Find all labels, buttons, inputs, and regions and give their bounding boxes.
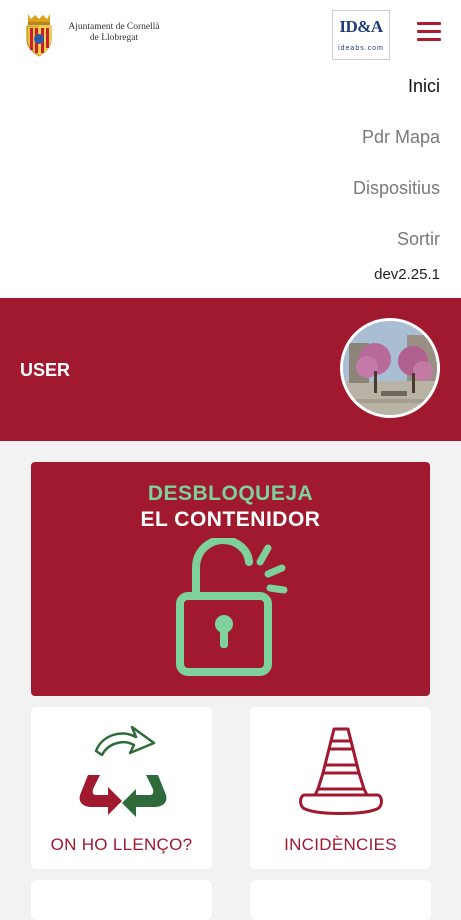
city-crest-icon — [26, 14, 52, 57]
tile-partial-right[interactable] — [250, 880, 431, 920]
user-name: USER — [20, 360, 71, 380]
city-council-logo: Ajuntament de Cornellà de Llobregat — [22, 10, 162, 58]
unlock-title-line1: DESBLOQUEJA — [147, 482, 314, 505]
city-council-name: Ajuntament de Cornellà de Llobregat — [68, 22, 160, 43]
menu-item-dispositius[interactable]: Dispositius — [353, 178, 440, 199]
app-version: dev2.25.1 — [374, 266, 440, 283]
recycle-icon — [79, 725, 166, 817]
tile-partial-left[interactable] — [31, 880, 212, 920]
partner-logo: ID&A ideabs.com — [332, 10, 390, 60]
tile-incidents-label: INCIDÈNCIES — [284, 835, 397, 854]
hamburger-menu-icon[interactable] — [415, 20, 443, 44]
tile-where-to-dispose-label: ON HO LLENÇO? — [50, 835, 193, 854]
menu-item-inici[interactable]: Inici — [408, 76, 440, 97]
tile-incidents[interactable]: INCIDÈNCIES — [250, 707, 431, 869]
menu-item-sortir[interactable]: Sortir — [397, 229, 440, 250]
menu-item-pdr-mapa[interactable]: Pdr Mapa — [362, 127, 440, 148]
partner-logo-main: ID&A — [339, 17, 383, 36]
tile-where-to-dispose[interactable]: ON HO LLENÇO? — [31, 707, 212, 869]
unlock-title-line2: EL CONTENIDOR — [140, 508, 321, 531]
app-header: Ajuntament de Cornellà de Llobregat ID&A… — [0, 0, 461, 70]
traffic-cone-icon — [298, 727, 383, 815]
avatar-photo — [343, 321, 437, 415]
user-avatar[interactable] — [340, 318, 440, 418]
user-banner: USER — [0, 298, 461, 441]
partner-logo-sub: ideabs.com — [338, 45, 384, 52]
unlock-container-button[interactable]: DESBLOQUEJA EL CONTENIDOR — [31, 462, 430, 696]
dropdown-menu: Inici Pdr Mapa Dispositius Sortir dev2.2… — [0, 70, 461, 298]
unlocked-padlock-icon — [176, 538, 288, 676]
